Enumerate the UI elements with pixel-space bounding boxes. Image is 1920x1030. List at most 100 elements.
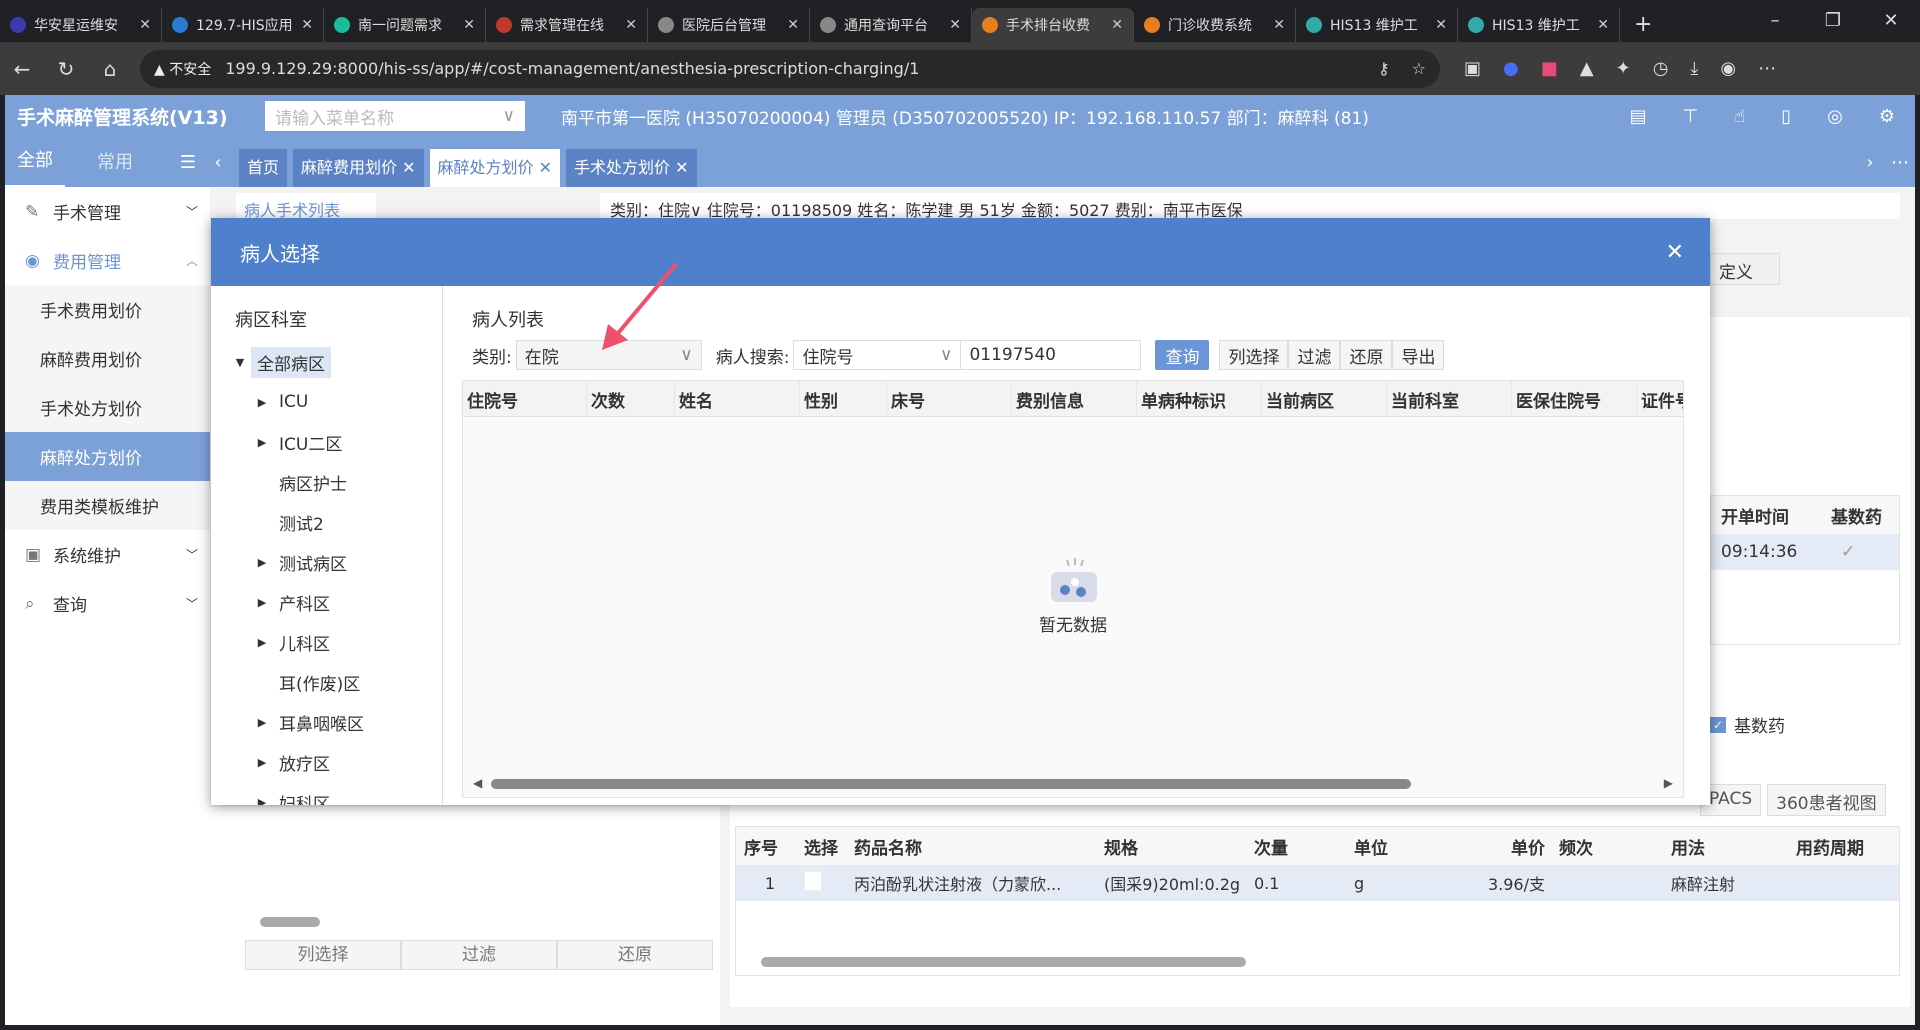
close-tab-icon[interactable]: ✕: [949, 17, 961, 33]
define-button[interactable]: 定义: [1710, 253, 1780, 285]
patient-table-column[interactable]: 当前病区: [1262, 381, 1387, 416]
patient-table-column[interactable]: 住院号: [463, 381, 587, 416]
tree-node[interactable]: ▶ 产科区: [229, 582, 442, 622]
puzzle-icon[interactable]: ✦: [1616, 58, 1631, 79]
caret-right-icon[interactable]: ▶: [251, 756, 273, 769]
close-tab-icon[interactable]: ✕: [139, 17, 151, 33]
browser-tab[interactable]: HIS13 维护工 ✕: [1296, 8, 1458, 42]
query-button[interactable]: 查询: [1155, 340, 1210, 370]
patient-table-column[interactable]: 证件号: [1637, 381, 1683, 416]
download-icon[interactable]: ⤓: [1690, 58, 1698, 79]
tree-node[interactable]: 测试2: [229, 502, 442, 542]
tabs-more-icon[interactable]: ⋯: [1885, 139, 1915, 187]
tree-node[interactable]: ▶ 儿科区: [229, 622, 442, 662]
modal-toolbar-button[interactable]: 列选择: [1219, 340, 1289, 370]
tab-all[interactable]: 全部: [5, 137, 65, 187]
reload-icon[interactable]: ↻: [44, 57, 88, 81]
patient-table-column[interactable]: 单病种标识: [1137, 381, 1262, 416]
refresh-icon[interactable]: ◎: [1827, 106, 1843, 127]
back-icon[interactable]: ←: [0, 57, 44, 81]
browser-tab[interactable]: HIS13 维护工 ✕: [1458, 8, 1620, 42]
sidebar-item[interactable]: 麻醉费用划价: [5, 334, 210, 383]
close-icon[interactable]: ✕: [1666, 240, 1684, 265]
patient-table-column[interactable]: 医保住院号: [1512, 381, 1637, 416]
sidebar-item[interactable]: ✎ 手术管理 ﹀: [5, 187, 210, 236]
modal-toolbar-button[interactable]: 过滤: [1288, 340, 1341, 370]
sidebar-item[interactable]: ▣ 系统维护 ﹀: [5, 530, 210, 579]
patient-table-column[interactable]: 性别: [800, 381, 887, 416]
page-tab[interactable]: 手术处方划价 ✕: [566, 149, 697, 187]
close-tab-icon[interactable]: ✕: [625, 17, 637, 33]
modal-toolbar-button[interactable]: 还原: [1340, 340, 1393, 370]
close-tab-icon[interactable]: ✕: [301, 17, 313, 33]
page-tab[interactable]: 麻醉费用划价 ✕: [293, 149, 424, 187]
close-tab-icon[interactable]: ✕: [534, 158, 552, 177]
menu-search-input[interactable]: 请输入菜单名称 ∨: [265, 101, 525, 131]
more-icon[interactable]: ⋯: [1758, 58, 1776, 79]
tree-node[interactable]: ▶ ICU: [229, 382, 442, 422]
tree-node[interactable]: ▼ 全部病区: [229, 342, 442, 382]
drug-table-scrollbar[interactable]: [746, 957, 1889, 967]
key-icon[interactable]: ⚷: [1378, 59, 1390, 78]
caret-right-icon[interactable]: ▶: [251, 636, 273, 649]
triangle-extension-icon[interactable]: ▲: [1580, 58, 1594, 79]
left-button[interactable]: 过滤: [401, 940, 557, 970]
avatar[interactable]: ◉: [1720, 58, 1736, 79]
collapse-menu-icon[interactable]: ☰: [173, 139, 203, 187]
page-tab[interactable]: 首页: [239, 149, 288, 187]
sidebar-item[interactable]: ⌕ 查询 ﹀: [5, 579, 210, 628]
patient-table-column[interactable]: 费别信息: [1012, 381, 1137, 416]
ca-extension-icon[interactable]: ■: [1541, 58, 1558, 79]
hand-icon[interactable]: ☝: [1734, 106, 1745, 127]
tree-node[interactable]: 病区护士: [229, 462, 442, 502]
tree-node[interactable]: ▶ 放疗区: [229, 742, 442, 782]
pin-icon[interactable]: ⊤: [1683, 106, 1699, 127]
close-tab-icon[interactable]: ✕: [1273, 17, 1285, 33]
right-button[interactable]: 360患者视图: [1767, 784, 1886, 816]
browser-tab[interactable]: 通用查询平台 ✕: [810, 8, 972, 42]
search-input[interactable]: 01197540: [961, 340, 1142, 370]
caret-right-icon[interactable]: ▶: [251, 716, 273, 729]
minimize-button[interactable]: –: [1746, 0, 1804, 42]
close-tab-icon[interactable]: ✕: [1597, 17, 1609, 33]
page-tab[interactable]: 麻醉处方划价 ✕: [429, 149, 561, 187]
new-tab-button[interactable]: +: [1620, 6, 1666, 37]
sidebar-item[interactable]: 手术费用划价: [5, 285, 210, 334]
patient-table-column[interactable]: 姓名: [675, 381, 800, 416]
browser-tab[interactable]: 129.7-HIS应用 ✕: [162, 8, 324, 42]
caret-right-icon[interactable]: ▶: [251, 436, 273, 449]
left-button[interactable]: 还原: [557, 940, 713, 970]
modal-toolbar-button[interactable]: 导出: [1392, 340, 1445, 370]
sidebar-item[interactable]: ◉ 费用管理 ︿: [5, 236, 210, 285]
caret-right-icon[interactable]: ▶: [251, 556, 273, 569]
left-button[interactable]: 列选择: [245, 940, 401, 970]
browser-tab[interactable]: 手术排台收费 ✕: [972, 8, 1134, 42]
tree-node[interactable]: ▶ 测试病区: [229, 542, 442, 582]
close-tab-icon[interactable]: ✕: [787, 17, 799, 33]
tree-node[interactable]: 耳(作废)区: [229, 662, 442, 702]
close-tab-icon[interactable]: ✕: [397, 158, 415, 177]
left-scrollbar[interactable]: [240, 917, 700, 929]
select-checkbox[interactable]: [804, 871, 822, 891]
tabs-right-icon[interactable]: ›: [1855, 139, 1885, 187]
caret-down-icon[interactable]: ▼: [229, 356, 251, 369]
browser-tab[interactable]: 医院后台管理 ✕: [648, 8, 810, 42]
table-row[interactable]: 1 丙泊酚乳状注射液（力蒙欣... (国采9)20ml:0.2g 0.1 g 3.96/支…: [736, 865, 1899, 901]
tabs-left-icon[interactable]: ‹: [203, 139, 233, 187]
search-type-select[interactable]: 住院号 ∨: [793, 340, 962, 370]
sidebar-item[interactable]: 麻醉处方划价: [5, 432, 210, 481]
s-extension-icon[interactable]: ●: [1503, 58, 1519, 79]
patient-table-column[interactable]: 床号: [887, 381, 1012, 416]
browser-tab[interactable]: 南一问题需求 ✕: [324, 8, 486, 42]
patient-table-column[interactable]: 次数: [587, 381, 675, 416]
patient-table-scrollbar[interactable]: ◀ ▶: [473, 776, 1673, 790]
patient-table-column[interactable]: 当前科室: [1387, 381, 1512, 416]
close-window-button[interactable]: ✕: [1862, 0, 1920, 42]
browser-tab[interactable]: 门诊收费系统 ✕: [1134, 8, 1296, 42]
browser-tab[interactable]: 华安星运维安 ✕: [0, 8, 162, 42]
tree-node[interactable]: ▶ 妇科区: [229, 782, 442, 806]
history-icon[interactable]: ◷: [1653, 58, 1669, 79]
caret-right-icon[interactable]: ▶: [251, 396, 273, 409]
maximize-button[interactable]: ❐: [1804, 0, 1862, 42]
gear-icon[interactable]: ⚙: [1879, 106, 1895, 127]
